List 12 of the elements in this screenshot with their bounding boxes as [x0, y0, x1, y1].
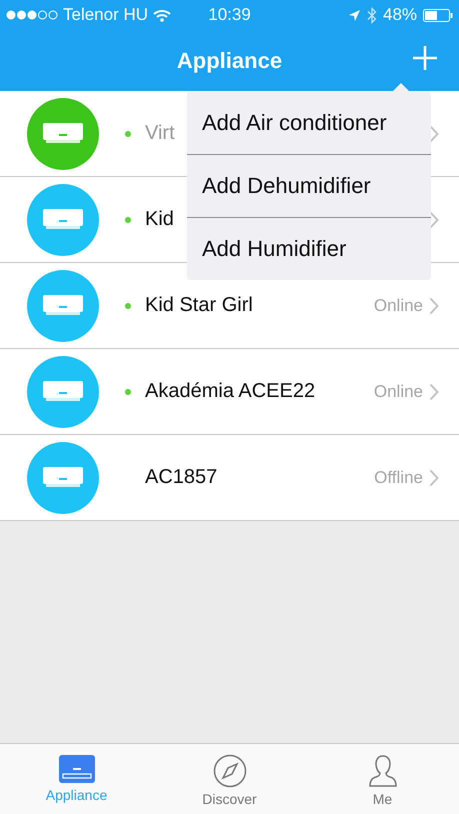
carrier-name: Telenor HU — [63, 5, 148, 25]
screen-title: Appliance — [176, 48, 282, 74]
connection-status: Online — [374, 382, 423, 402]
connection-status: Online — [374, 296, 423, 316]
appliance-name: Virt — [145, 122, 175, 145]
appliance-name: Akadémia ACEE22 — [145, 380, 316, 403]
clock: 10:39 — [208, 5, 251, 25]
appliance-name: AC1857 — [145, 466, 218, 489]
battery-percent: 48% — [382, 5, 418, 25]
appliance-name: Kid — [145, 208, 174, 231]
connection-status: Offline — [374, 468, 423, 488]
appliance-name: Kid Star Girl — [145, 294, 253, 317]
